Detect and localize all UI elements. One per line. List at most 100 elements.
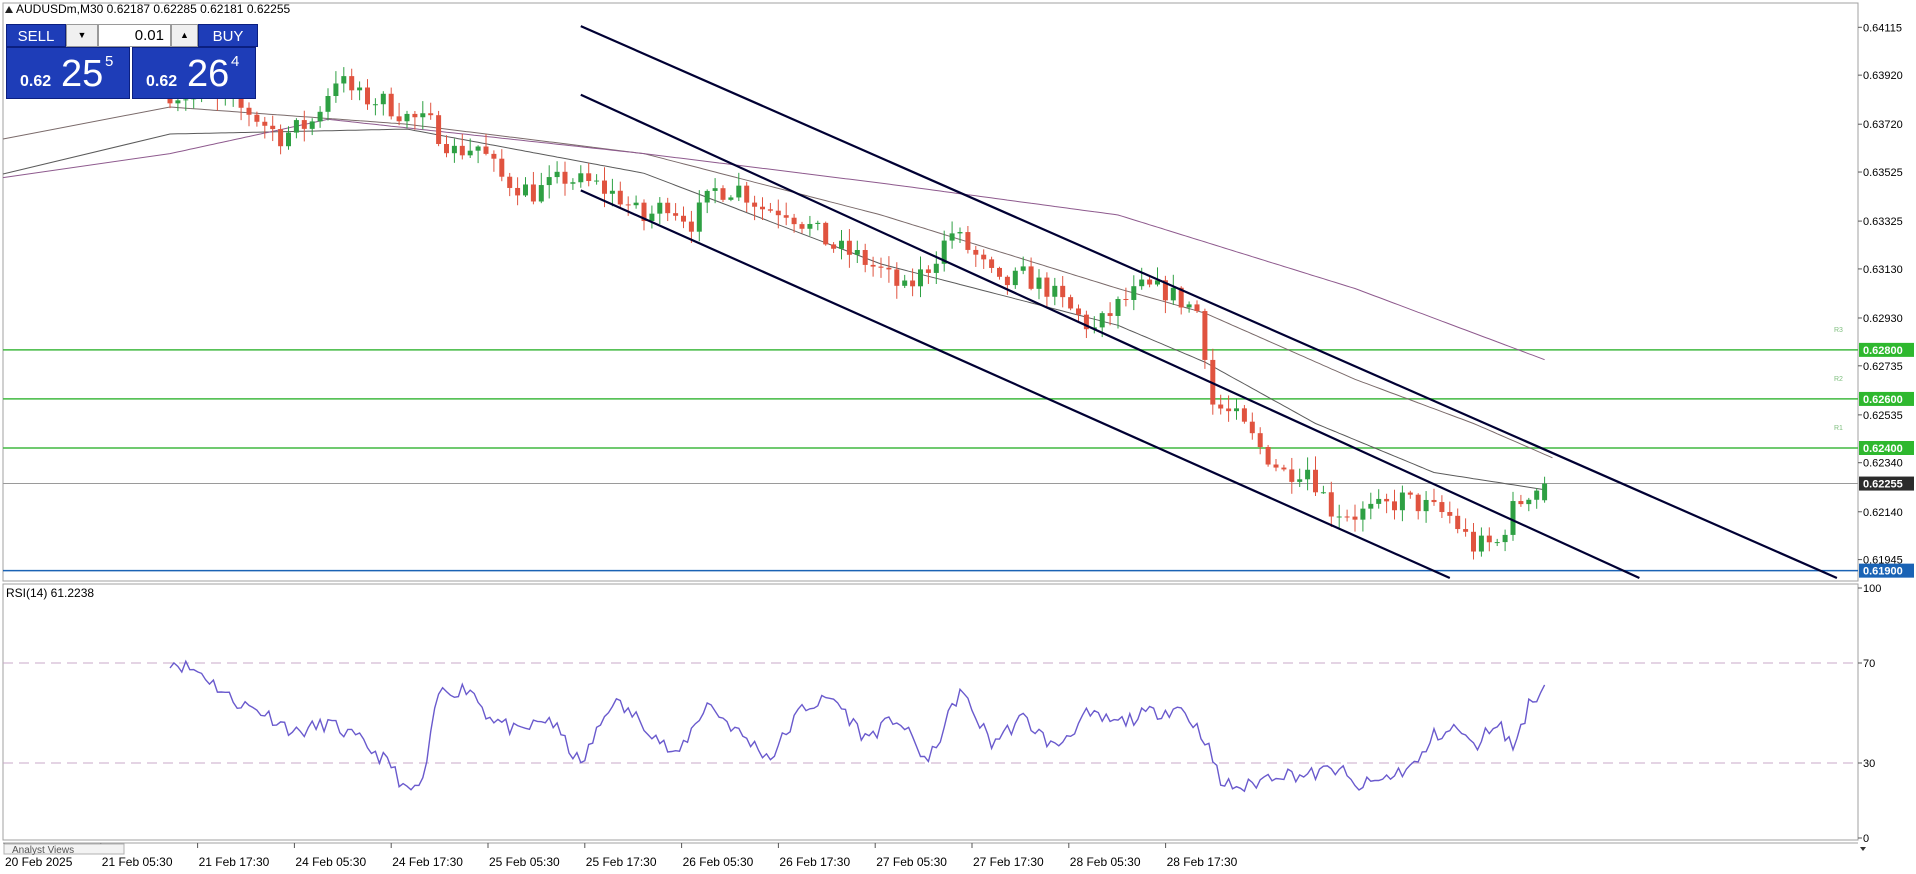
- candle-body: [341, 76, 347, 84]
- candle-body: [1202, 311, 1208, 360]
- candle-body: [254, 114, 260, 122]
- candle-body: [1407, 492, 1413, 495]
- rsi-tick-label: 70: [1863, 658, 1875, 670]
- candle-body: [444, 143, 449, 154]
- candle-body: [870, 264, 876, 267]
- rsi-tick-label: 100: [1863, 583, 1881, 595]
- trading-chart[interactable]: R3 R2 R1 0.64115 0.63920 0.63720 0.63525 0.633…: [0, 0, 1916, 874]
- candle-body: [1447, 512, 1453, 516]
- candle-body: [1384, 498, 1390, 502]
- candle-body: [807, 223, 813, 229]
- candle-body: [997, 267, 1002, 277]
- candle-body: [1131, 286, 1137, 300]
- candle-body: [436, 115, 442, 144]
- candle-body: [365, 87, 370, 105]
- candle-body: [1028, 266, 1034, 289]
- candle-body: [475, 146, 481, 151]
- candle-body: [1044, 277, 1050, 297]
- candle-body: [293, 120, 299, 133]
- candle-body: [1336, 516, 1342, 518]
- candle-body: [1297, 479, 1303, 482]
- candle-body: [617, 190, 623, 205]
- price-tick-label: 0.63920: [1863, 70, 1903, 82]
- candle-body: [1273, 464, 1279, 468]
- lot-increase-button[interactable]: ▲: [171, 24, 198, 47]
- candle-body: [1194, 304, 1200, 312]
- candle-body: [530, 184, 536, 202]
- candle-body: [1281, 467, 1287, 470]
- candle-body: [609, 190, 615, 194]
- candle-body: [1305, 469, 1311, 480]
- bid-price-fraction: 5: [105, 53, 114, 70]
- sell-button[interactable]: SELL: [6, 24, 66, 47]
- resistance-level-label: R2: [1834, 376, 1843, 383]
- candle-body: [989, 259, 995, 268]
- candle-body: [681, 215, 686, 222]
- candle-body: [554, 171, 560, 178]
- candle-body: [1471, 531, 1476, 552]
- candle-body: [1376, 498, 1382, 504]
- candle-body: [878, 266, 884, 268]
- time-tick-label: 24 Feb 17:30: [392, 855, 463, 869]
- candle-body: [752, 202, 758, 207]
- buy-button[interactable]: BUY: [198, 24, 258, 47]
- candle-body: [799, 224, 805, 229]
- candle-body: [594, 180, 600, 182]
- candle-body: [357, 87, 363, 91]
- lot-decrease-button[interactable]: ▼: [66, 24, 98, 47]
- candle-body: [933, 263, 939, 273]
- candle-body: [1455, 515, 1461, 530]
- candle-body: [925, 269, 931, 273]
- candle-body: [783, 215, 789, 218]
- candle-body: [1170, 287, 1176, 301]
- candle-body: [862, 250, 868, 265]
- price-tick-label: 0.62140: [1863, 507, 1903, 519]
- time-tick-label: 26 Feb 05:30: [683, 855, 754, 869]
- candle-body: [625, 204, 631, 206]
- time-tick-label: 26 Feb 17:30: [779, 855, 850, 869]
- time-tick-label: 27 Feb 05:30: [876, 855, 947, 869]
- candle-body: [1423, 499, 1429, 512]
- candle-body: [815, 222, 821, 224]
- candle-body: [301, 120, 307, 129]
- candle-body: [1147, 279, 1153, 285]
- candle-body: [523, 184, 528, 196]
- candle-body: [949, 233, 955, 241]
- candle-body: [507, 176, 513, 188]
- candle-body: [1320, 492, 1326, 494]
- time-tick-label: 27 Feb 17:30: [973, 855, 1044, 869]
- candle-body: [720, 188, 726, 200]
- price-tick-label: 0.64115: [1863, 22, 1902, 34]
- price-tick-label: 0.63325: [1863, 216, 1903, 228]
- candle-body: [1368, 503, 1374, 509]
- candle-body: [1076, 308, 1081, 315]
- price-tag-label: 0.62800: [1863, 345, 1903, 357]
- resistance-level-label: R3: [1834, 327, 1843, 334]
- candle-body: [349, 76, 355, 91]
- candle-body: [1352, 516, 1358, 520]
- candle-body: [973, 249, 979, 255]
- candle-body: [1036, 277, 1042, 289]
- rsi-tick-label: 30: [1863, 758, 1875, 770]
- candle-body: [467, 150, 473, 156]
- price-tag-label: 0.62600: [1863, 394, 1903, 406]
- price-tick-label: 0.62930: [1863, 313, 1903, 325]
- candle-body: [372, 104, 378, 106]
- candle-body: [1494, 542, 1500, 544]
- ask-price-box[interactable]: 0.62 26 4: [132, 47, 256, 99]
- candle-body: [1344, 516, 1350, 518]
- candle-body: [451, 145, 457, 154]
- candle-body: [586, 173, 592, 181]
- candle-body: [1068, 297, 1074, 309]
- candle-body: [1478, 535, 1484, 552]
- time-tick-label: 21 Feb 17:30: [199, 855, 270, 869]
- candle-body: [515, 187, 521, 196]
- candle-body: [309, 121, 315, 129]
- candle-body: [1439, 502, 1445, 513]
- resistance-level-label: R1: [1834, 425, 1843, 432]
- bid-price-box[interactable]: 0.62 25 5: [6, 47, 130, 99]
- candle-body: [491, 153, 497, 159]
- price-tag-label: 0.62255: [1863, 479, 1903, 491]
- lot-size-input[interactable]: [98, 24, 171, 47]
- candle-body: [957, 232, 963, 234]
